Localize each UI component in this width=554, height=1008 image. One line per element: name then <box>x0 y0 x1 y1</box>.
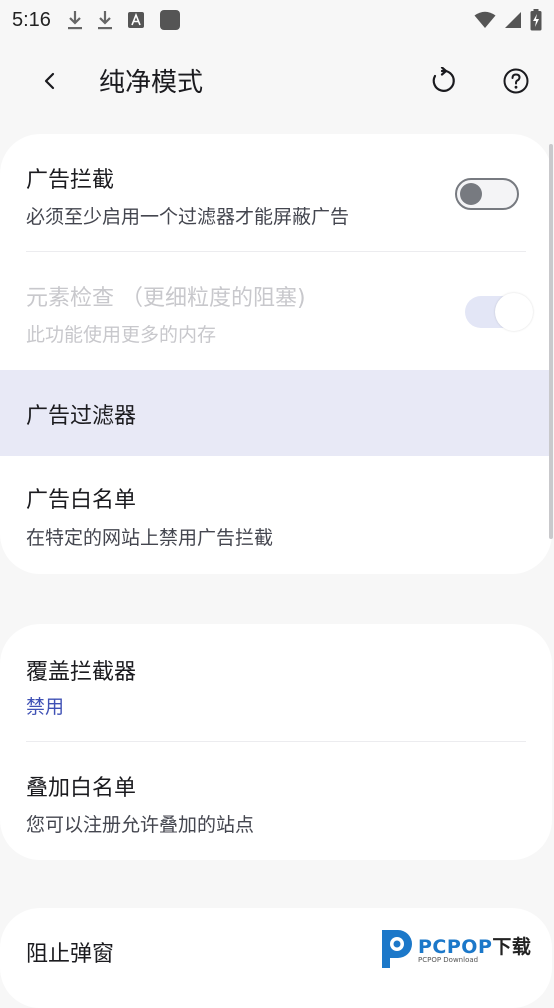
refresh-button[interactable] <box>420 59 464 103</box>
overlay-blocker-row[interactable]: 覆盖拦截器 禁用 <box>0 624 552 742</box>
back-arrow-icon <box>44 72 55 90</box>
toggle-knob <box>460 183 482 205</box>
element-inspect-subtitle: 此功能使用更多的内存 <box>26 324 217 346</box>
ad-whitelist-row[interactable]: 广告白名单 在特定的网站上禁用广告拦截 <box>0 456 552 574</box>
square-icon <box>159 10 180 30</box>
overlay-whitelist-row[interactable]: 叠加白名单 您可以注册允许叠加的站点 <box>0 742 552 860</box>
signal-icon <box>505 12 521 28</box>
overlay-blocker-value: 禁用 <box>26 696 65 718</box>
ad-block-title: 广告拦截 <box>26 168 115 193</box>
status-bar: 5:16 <box>0 0 554 40</box>
status-time: 5:16 <box>12 8 51 31</box>
download-icon <box>67 11 82 30</box>
ad-filters-title: 广告过滤器 <box>26 404 137 429</box>
overlay-blocker-title: 覆盖拦截器 <box>26 660 137 685</box>
overlay-whitelist-title: 叠加白名单 <box>26 776 137 801</box>
overlay-whitelist-subtitle: 您可以注册允许叠加的站点 <box>26 814 255 836</box>
ad-whitelist-subtitle: 在特定的网站上禁用广告拦截 <box>26 527 274 549</box>
scrollbar[interactable] <box>549 144 553 539</box>
download-icon <box>97 11 112 30</box>
ad-block-row[interactable]: 广告拦截 必须至少启用一个过滤器才能屏蔽广告 <box>0 134 552 252</box>
refresh-icon <box>432 67 455 92</box>
ad-block-toggle[interactable] <box>455 178 519 210</box>
text-a-icon <box>127 12 144 28</box>
notification-icons <box>67 9 181 31</box>
wifi-icon <box>474 11 496 28</box>
overlay-card: 覆盖拦截器 禁用 叠加白名单 您可以注册允许叠加的站点 <box>0 624 552 860</box>
pcpop-logo-icon <box>382 930 412 968</box>
help-button[interactable] <box>494 59 538 103</box>
page-title: 纯净模式 <box>99 68 204 98</box>
watermark-subtext: PCPOP Download <box>418 956 479 964</box>
ad-block-card: 广告拦截 必须至少启用一个过滤器才能屏蔽广告 元素检查 （更细粒度的阻塞) 此功… <box>0 134 552 574</box>
element-inspect-toggle <box>465 293 533 331</box>
ad-filters-row[interactable]: 广告过滤器 <box>0 370 552 456</box>
watermark-text: PCPOP下载 <box>418 936 532 958</box>
element-inspect-title: 元素检查 （更细粒度的阻塞) <box>26 286 306 311</box>
watermark: PCPOP下载 PCPOP Download <box>376 926 554 972</box>
back-button[interactable] <box>28 59 72 103</box>
toggle-knob <box>495 293 533 331</box>
system-icons <box>474 9 542 31</box>
element-inspect-row: 元素检查 （更细粒度的阻塞) 此功能使用更多的内存 <box>0 252 552 370</box>
app-bar: 纯净模式 <box>0 40 554 122</box>
help-icon <box>503 68 529 94</box>
popup-block-title: 阻止弹窗 <box>26 942 115 967</box>
ad-whitelist-title: 广告白名单 <box>26 488 137 513</box>
ad-block-subtitle: 必须至少启用一个过滤器才能屏蔽广告 <box>26 206 350 228</box>
battery-charging-icon <box>530 9 542 31</box>
